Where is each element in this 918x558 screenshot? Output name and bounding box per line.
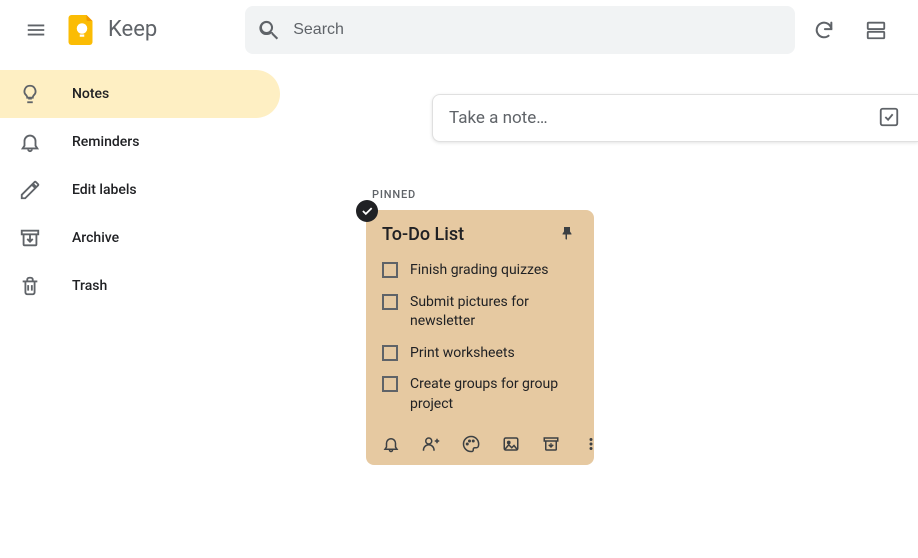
main: Take a note… PINNED To-Do List Finish gr… (280, 62, 918, 558)
palette-button[interactable] (462, 435, 480, 453)
search-bar[interactable] (245, 6, 795, 54)
checkbox-icon[interactable] (382, 294, 398, 310)
app-title: Keep (108, 17, 157, 42)
checkbox-icon[interactable] (382, 262, 398, 278)
view-toggle-button[interactable] (854, 8, 898, 52)
checklist-item[interactable]: Create groups for group project (382, 375, 578, 414)
keep-logo-icon (64, 12, 100, 48)
take-note-placeholder: Take a note… (449, 108, 878, 128)
checklist-item[interactable]: Print worksheets (382, 344, 578, 364)
sidebar-item-archive[interactable]: Archive (0, 214, 280, 262)
checklist: Finish grading quizzes Submit pictures f… (382, 261, 578, 415)
take-note-input[interactable]: Take a note… (432, 94, 918, 142)
sidebar-item-notes[interactable]: Notes (0, 70, 280, 118)
lightbulb-icon (18, 82, 42, 106)
note-card[interactable]: To-Do List Finish grading quizzes Submit… (366, 210, 594, 465)
pencil-icon (18, 178, 42, 202)
checklist-item-label: Submit pictures for newsletter (410, 293, 578, 332)
logo-area: Keep (64, 12, 157, 48)
archive-button[interactable] (542, 435, 560, 453)
search-icon (257, 18, 281, 42)
sidebar-item-reminders[interactable]: Reminders (0, 118, 280, 166)
image-button[interactable] (502, 435, 520, 453)
more-button[interactable] (582, 435, 600, 453)
trash-icon (18, 274, 42, 298)
checklist-item[interactable]: Submit pictures for newsletter (382, 293, 578, 332)
remind-me-button[interactable] (382, 435, 400, 453)
checkbox-icon[interactable] (382, 345, 398, 361)
checklist-item-label: Create groups for group project (410, 375, 578, 414)
archive-icon (18, 226, 42, 250)
select-note-badge[interactable] (356, 200, 378, 222)
pin-icon[interactable] (558, 224, 578, 244)
search-input[interactable] (293, 21, 783, 39)
header-right (802, 8, 906, 52)
sidebar-item-label: Trash (72, 278, 107, 294)
refresh-button[interactable] (802, 8, 846, 52)
sidebar-item-edit-labels[interactable]: Edit labels (0, 166, 280, 214)
sidebar: Notes Reminders Edit labels Archive Tras… (0, 62, 280, 310)
collaborator-button[interactable] (422, 435, 440, 453)
checklist-item-label: Print worksheets (410, 344, 515, 364)
header: Keep (0, 0, 918, 60)
checkbox-icon[interactable] (382, 376, 398, 392)
note-title: To-Do List (382, 224, 464, 245)
sidebar-item-trash[interactable]: Trash (0, 262, 280, 310)
sidebar-item-label: Archive (72, 230, 119, 246)
checklist-item-label: Finish grading quizzes (410, 261, 549, 281)
sidebar-item-label: Edit labels (72, 182, 137, 198)
sidebar-item-label: Reminders (72, 134, 139, 150)
note-header: To-Do List (382, 224, 578, 245)
new-list-button[interactable] (878, 106, 902, 130)
checklist-item[interactable]: Finish grading quizzes (382, 261, 578, 281)
bell-icon (18, 130, 42, 154)
pinned-section-label: PINNED (372, 188, 416, 201)
note-toolbar (382, 435, 578, 455)
menu-icon[interactable] (12, 6, 60, 54)
sidebar-item-label: Notes (72, 86, 109, 102)
